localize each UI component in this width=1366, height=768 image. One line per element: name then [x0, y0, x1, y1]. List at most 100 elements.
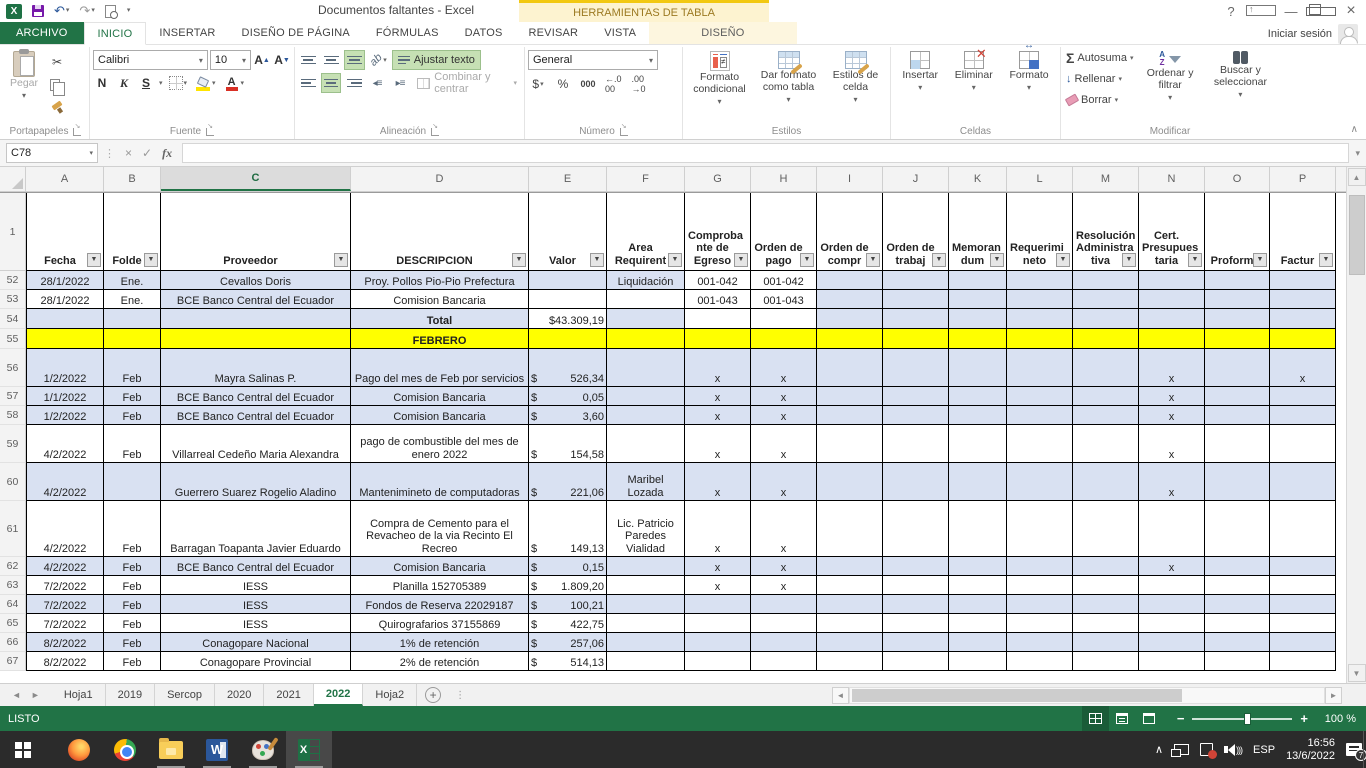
- cell-J58[interactable]: [883, 406, 949, 425]
- sheet-tab-2022[interactable]: 2022: [314, 684, 363, 706]
- cell-D53[interactable]: Comision Bancaria: [351, 290, 529, 309]
- cell-M61[interactable]: [1073, 501, 1139, 557]
- row-header-52[interactable]: 52: [0, 271, 26, 290]
- decrease-indent-button[interactable]: ◂≡: [367, 73, 387, 93]
- cell-L61[interactable]: [1007, 501, 1073, 557]
- fill-color-button[interactable]: ▾: [193, 73, 218, 93]
- cell-F57[interactable]: [607, 387, 685, 406]
- cell-H55[interactable]: [751, 329, 817, 349]
- cell-L60[interactable]: [1007, 463, 1073, 501]
- cell-K55[interactable]: [949, 329, 1007, 349]
- cell-A55[interactable]: [26, 329, 104, 349]
- filter-dropdown-B[interactable]: ▼: [144, 253, 158, 267]
- cell-J61[interactable]: [883, 501, 949, 557]
- cell-J62[interactable]: [883, 557, 949, 576]
- zoom-level[interactable]: 100 %: [1318, 713, 1366, 725]
- find-select-button[interactable]: Buscar y seleccionar▾: [1205, 48, 1276, 124]
- cell-B60[interactable]: [104, 463, 161, 501]
- restore-button[interactable]: [1306, 4, 1336, 19]
- cell-N60[interactable]: x: [1139, 463, 1205, 501]
- row-header-66[interactable]: 66: [0, 633, 26, 652]
- cell-G61[interactable]: x: [685, 501, 751, 557]
- cell-D59[interactable]: pago de combustible del mes de enero 202…: [351, 425, 529, 463]
- cell-L59[interactable]: [1007, 425, 1073, 463]
- cell-H65[interactable]: [751, 614, 817, 633]
- cell-M60[interactable]: [1073, 463, 1139, 501]
- scroll-down-button[interactable]: ▼: [1348, 664, 1366, 682]
- cell-E62[interactable]: $0,15: [529, 557, 607, 576]
- cell-I65[interactable]: [817, 614, 883, 633]
- table-header-cell-F[interactable]: Area Requirent▼: [607, 193, 685, 271]
- cell-C61[interactable]: Barragan Toapanta Javier Eduardo: [161, 501, 351, 557]
- cell-P66[interactable]: [1270, 633, 1336, 652]
- cell-B59[interactable]: Feb: [104, 425, 161, 463]
- table-header-cell-G[interactable]: Comproba nte de Egreso▼: [685, 193, 751, 271]
- tab-diseno-tabla[interactable]: DISEÑO: [649, 22, 796, 44]
- row-header-54[interactable]: 54: [0, 309, 26, 329]
- cell-D63[interactable]: Planilla 152705389: [351, 576, 529, 595]
- column-header-H[interactable]: H: [751, 167, 817, 191]
- scroll-right-button[interactable]: ►: [1325, 687, 1342, 704]
- delete-cells-button[interactable]: Eliminar▾: [950, 48, 998, 124]
- underline-button[interactable]: S: [137, 74, 155, 93]
- cell-N58[interactable]: x: [1139, 406, 1205, 425]
- cell-G65[interactable]: [685, 614, 751, 633]
- sheet-tab-Hoja2[interactable]: Hoja2: [363, 684, 417, 706]
- cell-L52[interactable]: [1007, 271, 1073, 290]
- cell-I57[interactable]: [817, 387, 883, 406]
- cell-F56[interactable]: [607, 349, 685, 387]
- cell-E67[interactable]: $514,13: [529, 652, 607, 671]
- tab-datos[interactable]: DATOS: [452, 22, 516, 44]
- cell-O61[interactable]: [1205, 501, 1270, 557]
- cell-N63[interactable]: [1139, 576, 1205, 595]
- column-header-C[interactable]: C: [161, 167, 351, 191]
- align-right-button[interactable]: [344, 73, 364, 93]
- close-button[interactable]: ×: [1336, 2, 1366, 20]
- cell-M65[interactable]: [1073, 614, 1139, 633]
- row-header-61[interactable]: 61: [0, 501, 26, 557]
- comma-format-button[interactable]: 000: [578, 74, 598, 94]
- cell-C62[interactable]: BCE Banco Central del Ecuador: [161, 557, 351, 576]
- column-header-B[interactable]: B: [104, 167, 161, 191]
- cell-O56[interactable]: [1205, 349, 1270, 387]
- insert-cells-button[interactable]: Insertar▾: [897, 48, 943, 124]
- cell-K63[interactable]: [949, 576, 1007, 595]
- vertical-scroll-track[interactable]: [1348, 187, 1366, 663]
- cell-G54[interactable]: [685, 309, 751, 329]
- wrap-text-button[interactable]: Ajustar texto: [392, 50, 481, 70]
- table-header-cell-K[interactable]: Memoran dum▼: [949, 193, 1007, 271]
- cell-O65[interactable]: [1205, 614, 1270, 633]
- cell-J55[interactable]: [883, 329, 949, 349]
- cell-L63[interactable]: [1007, 576, 1073, 595]
- decrease-decimal-button[interactable]: .00→0: [629, 74, 649, 94]
- cell-P58[interactable]: [1270, 406, 1336, 425]
- filter-dropdown-J[interactable]: ▼: [932, 253, 946, 267]
- cell-H66[interactable]: [751, 633, 817, 652]
- cell-D66[interactable]: 1% de retención: [351, 633, 529, 652]
- cell-F66[interactable]: [607, 633, 685, 652]
- table-header-cell-M[interactable]: Resolución Administra tiva▼: [1073, 193, 1139, 271]
- cell-B56[interactable]: Feb: [104, 349, 161, 387]
- cell-B52[interactable]: Ene.: [104, 271, 161, 290]
- cell-O62[interactable]: [1205, 557, 1270, 576]
- cell-A56[interactable]: 1/2/2022: [26, 349, 104, 387]
- cell-D65[interactable]: Quirografarios 37155869: [351, 614, 529, 633]
- cell-E61[interactable]: $149,13: [529, 501, 607, 557]
- undo-button[interactable]: ↶▾: [54, 4, 69, 18]
- cell-A53[interactable]: 28/1/2022: [26, 290, 104, 309]
- cell-F67[interactable]: [607, 652, 685, 671]
- cell-B54[interactable]: [104, 309, 161, 329]
- column-header-D[interactable]: D: [351, 167, 529, 191]
- cell-H67[interactable]: [751, 652, 817, 671]
- cell-M55[interactable]: [1073, 329, 1139, 349]
- column-header-O[interactable]: O: [1205, 167, 1270, 191]
- cell-J67[interactable]: [883, 652, 949, 671]
- format-painter-button[interactable]: [47, 98, 67, 118]
- sheet-tab-Sercop[interactable]: Sercop: [155, 684, 215, 706]
- orientation-button[interactable]: ab▾: [368, 50, 389, 70]
- cell-A64[interactable]: 7/2/2022: [26, 595, 104, 614]
- table-header-cell-C[interactable]: Proveedor▼: [161, 193, 351, 271]
- cell-C58[interactable]: BCE Banco Central del Ecuador: [161, 406, 351, 425]
- cell-L62[interactable]: [1007, 557, 1073, 576]
- cell-D52[interactable]: Proy. Pollos Pio-Pio Prefectura: [351, 271, 529, 290]
